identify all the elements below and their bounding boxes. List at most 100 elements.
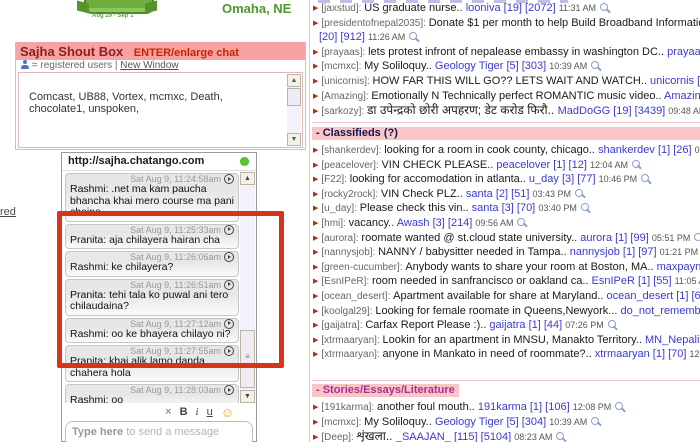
scrollbar-thumb[interactable]: ≡ — [240, 330, 255, 388]
thread-subject[interactable]: another foul mouth.. — [377, 401, 478, 413]
scroll-down-button[interactable]: ▼ — [287, 133, 301, 146]
poster-link[interactable]: nannysjob — [570, 246, 623, 258]
reply-view-counts[interactable]: [5] [303] — [506, 60, 549, 72]
reply-view-counts[interactable]: [1] [97] — [623, 246, 660, 258]
poster-link[interactable]: peacelover — [496, 159, 553, 171]
search-icon[interactable] — [591, 61, 599, 69]
thread-subject[interactable]: My Soliloquy.. — [364, 416, 435, 428]
thread-subject[interactable]: room needed in sanfrancisco or oakland c… — [372, 275, 592, 287]
reply-view-counts[interactable]: [3] [214] — [433, 217, 476, 229]
scrollbar-thumb[interactable] — [287, 88, 301, 106]
reply-view-counts[interactable]: [19] [2072] — [504, 2, 559, 14]
thread-subject[interactable]: vacancy.. — [349, 217, 397, 229]
reply-view-counts[interactable]: [2] [51] — [496, 188, 533, 200]
search-icon[interactable] — [581, 203, 589, 211]
new-window-link[interactable]: New Window — [120, 60, 178, 71]
reply-view-counts[interactable]: [1] [44] — [529, 319, 566, 331]
reply-view-counts[interactable]: [5] [304] — [506, 416, 549, 428]
thread-subject[interactable]: HOW FAR THIS WILL GO?? LETS WAIT AND WAT… — [373, 75, 650, 87]
scroll-up-button[interactable]: ▲ — [240, 172, 255, 185]
poster-link[interactable]: unicornis — [650, 75, 697, 87]
thread-subject[interactable]: looking for accomodation in atlanta.. — [350, 173, 529, 185]
enter-chat-link[interactable]: ENTER/enlarge chat — [134, 47, 239, 59]
search-icon[interactable] — [608, 320, 616, 328]
poster-link[interactable]: maxpayne — [657, 261, 700, 273]
scroll-up-button[interactable]: ▲ — [287, 74, 301, 87]
poster-link[interactable]: EsnIPeR — [592, 275, 638, 287]
section-header-stories[interactable]: - Stories/Essays/Literature — [312, 384, 459, 397]
poster-link[interactable]: santa — [466, 188, 496, 200]
thread-subject[interactable]: Donate $1 per month to help Build Broadb… — [429, 17, 700, 29]
reply-view-counts[interactable]: [1] [64] — [676, 290, 700, 302]
play-icon[interactable] — [224, 346, 234, 356]
search-icon[interactable] — [632, 160, 640, 168]
reply-view-counts[interactable]: [1] [106] — [530, 401, 573, 413]
poster-link[interactable]: gaijatra — [489, 319, 528, 331]
poster-link[interactable]: u_day — [529, 173, 562, 185]
play-icon[interactable] — [224, 385, 234, 395]
close-format-button[interactable]: × — [165, 406, 171, 419]
poster-link[interactable]: 191karma — [478, 401, 530, 413]
thread-subject[interactable]: Anybody wants to share your room at Bost… — [405, 261, 656, 273]
poster-link[interactable]: aurora — [580, 232, 615, 244]
reply-view-counts[interactable]: [1] [55] — [638, 275, 675, 287]
thread-subject[interactable]: Lookin for an apartment in MNSU, Manakto… — [383, 334, 645, 346]
search-icon[interactable] — [694, 233, 700, 241]
poster-link[interactable]: MadDoGG — [558, 105, 614, 117]
thread-subject[interactable]: डा उपेन्द्रको छोरी अपहरण; डेट करोड फिरौ.… — [367, 103, 558, 117]
italic-button[interactable]: i — [196, 406, 199, 419]
search-icon[interactable] — [591, 417, 599, 425]
play-icon[interactable] — [224, 252, 234, 262]
thread-subject[interactable]: Please check this vin.. — [360, 202, 472, 214]
thread-subject[interactable]: Looking for female roomate in Queens,New… — [375, 305, 620, 317]
thread-subject[interactable]: Emotionally N Technically perfect ROMANT… — [371, 90, 664, 102]
thread-subject[interactable]: US graduate nurse.. — [364, 2, 466, 14]
reply-view-counts[interactable]: [1] [99] — [615, 232, 652, 244]
smiley-icon[interactable]: ☺ — [221, 406, 234, 419]
reply-view-counts[interactable]: [115] [5104] — [454, 431, 514, 442]
bold-button[interactable]: B — [180, 406, 188, 419]
thread-subject[interactable]: My Soliloquy.. — [364, 60, 435, 72]
thread-subject[interactable]: VIN CHECK PLEASE.. — [381, 159, 496, 171]
poster-link[interactable]: Geology Tiger — [435, 60, 507, 72]
thread-subject[interactable]: anyone in Mankato in need of roommate?.. — [383, 348, 595, 360]
reply-view-counts[interactable]: [1] [70] — [653, 348, 690, 360]
poster-link[interactable]: shankerdev — [598, 144, 658, 156]
thread-subject[interactable]: NANNY / babysitter needed in Tampa.. — [378, 246, 570, 258]
search-icon[interactable] — [409, 32, 417, 40]
thread-subject[interactable]: lets protest infront of nepalease embass… — [368, 46, 667, 58]
poster-link[interactable]: prayaas — [667, 46, 700, 58]
poster-link[interactable]: Amazing — [664, 90, 700, 102]
poster-link[interactable]: xtrmaaryan — [595, 348, 653, 360]
section-header-classifieds[interactable]: - Classifieds (?) — [312, 127, 700, 140]
thread-subject[interactable]: roomate wanted @ st.cloud state universi… — [361, 232, 580, 244]
poster-link[interactable]: MN_Nepali — [645, 334, 700, 346]
play-icon[interactable] — [224, 319, 234, 329]
poster-link[interactable]: ocean_desert — [607, 290, 677, 302]
chat-input[interactable]: Type here to send a message — [65, 421, 253, 442]
thread-subject[interactable]: शृंखला.. — [356, 429, 395, 442]
poster-link[interactable]: santa — [472, 202, 502, 214]
reply-view-counts[interactable]: [19] [3439] — [613, 105, 668, 117]
chat-scrollbar[interactable]: ▲ ≡ ▼ — [240, 172, 255, 403]
reply-view-counts[interactable]: [3] [70] — [502, 202, 539, 214]
reply-view-counts[interactable]: [1] [12] — [553, 159, 590, 171]
online-users-scrollbar[interactable]: ▲ ▼ — [287, 74, 301, 146]
thread-subject[interactable]: Apartment available for share at Marylan… — [393, 290, 606, 302]
reply-view-counts[interactable]: [20] [912] — [319, 31, 368, 43]
poster-link[interactable]: Geology Tiger — [435, 416, 507, 428]
scroll-down-button[interactable]: ▼ — [240, 390, 255, 403]
search-icon[interactable] — [615, 402, 623, 410]
thread-subject[interactable]: VIN Check PLZ.. — [381, 188, 466, 200]
search-icon[interactable] — [556, 432, 564, 440]
thread-subject[interactable]: looking for a room in cook county, chica… — [384, 144, 598, 156]
play-icon[interactable] — [224, 225, 234, 235]
search-icon[interactable] — [575, 189, 583, 197]
search-icon[interactable] — [517, 218, 525, 226]
poster-link[interactable]: _SAAJAN_ — [396, 431, 454, 442]
search-icon[interactable] — [600, 3, 608, 11]
underline-button[interactable]: u — [207, 406, 213, 419]
play-icon[interactable] — [224, 174, 234, 184]
reply-view-counts[interactable]: [3] [77] — [562, 173, 599, 185]
poster-link[interactable]: Awash — [397, 217, 433, 229]
